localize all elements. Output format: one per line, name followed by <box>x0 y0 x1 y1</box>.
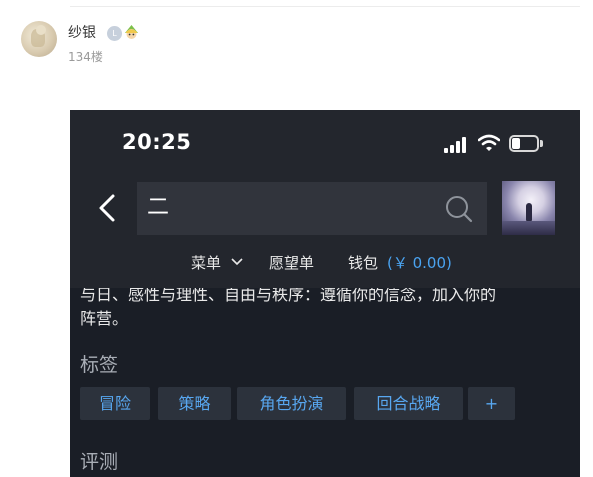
level-badge-icon: L <box>107 26 122 41</box>
app-header: 20:25 二 菜单 愿望单 钱包 (￥ 0.00) <box>70 110 580 288</box>
search-icon[interactable] <box>444 194 474 224</box>
battery-icon <box>509 135 543 152</box>
wifi-icon <box>478 134 500 151</box>
character-badge-icon <box>125 25 138 39</box>
wallet-link[interactable]: 钱包 <box>348 252 378 274</box>
top-divider <box>70 6 580 7</box>
tag-chip[interactable]: 冒险 <box>80 387 150 420</box>
store-nav: 菜单 愿望单 钱包 (￥ 0.00) <box>70 250 580 276</box>
profile-avatar[interactable] <box>502 181 555 235</box>
search-input[interactable]: 二 <box>147 195 169 221</box>
search-bar[interactable]: 二 <box>137 182 487 235</box>
wishlist-link[interactable]: 愿望单 <box>269 252 314 274</box>
back-arrow-icon[interactable] <box>96 193 118 223</box>
tag-chip[interactable]: 策略 <box>158 387 231 420</box>
phone-screenshot: 与日、感性与理性、自由与秩序：遵循你的信念，加入你的 阵营。 20:25 二 菜… <box>70 110 580 477</box>
reviews-heading: 评测 <box>80 451 119 473</box>
chevron-down-icon[interactable] <box>231 258 243 266</box>
username[interactable]: 纱银 <box>68 24 96 42</box>
tag-chip[interactable]: 角色扮演 <box>237 387 346 420</box>
wallet-balance: (￥ 0.00) <box>387 254 452 272</box>
user-avatar[interactable] <box>21 21 57 57</box>
tags-heading: 标签 <box>80 354 119 376</box>
cellular-signal-icon <box>444 137 468 153</box>
floor-number: 134楼 <box>68 50 103 64</box>
description-line: 阵营。 <box>80 309 129 328</box>
menu-dropdown[interactable]: 菜单 <box>191 252 221 274</box>
add-tag-button[interactable]: + <box>468 387 515 420</box>
status-time: 20:25 <box>122 130 192 154</box>
tag-chip[interactable]: 回合战略 <box>354 387 463 420</box>
game-description: 与日、感性与理性、自由与秩序：遵循你的信念，加入你的 阵营。 <box>80 283 570 331</box>
